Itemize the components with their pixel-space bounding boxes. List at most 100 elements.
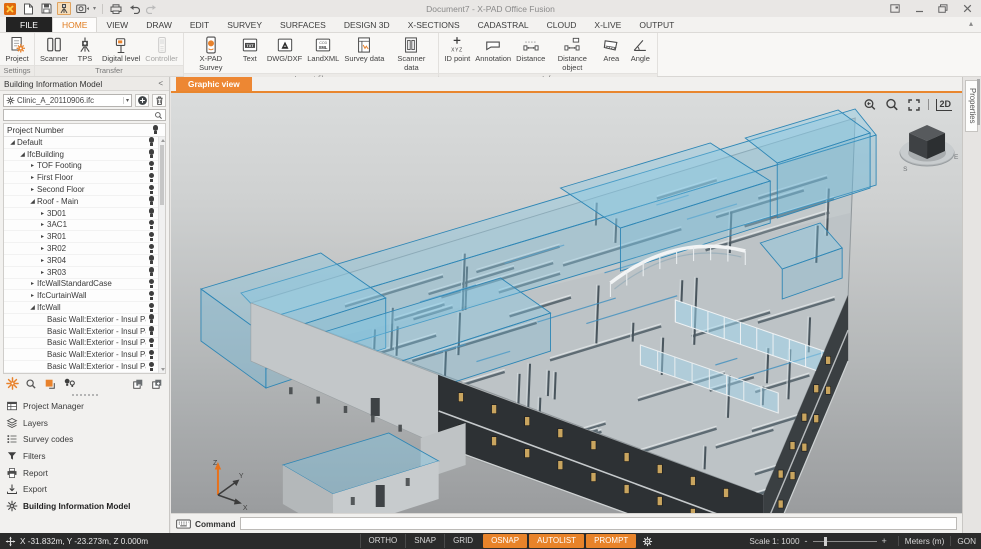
ribbon-button[interactable]: Distance (514, 34, 547, 65)
visibility-bulb-icon[interactable] (148, 303, 155, 313)
expander-icon[interactable]: ▸ (38, 233, 47, 240)
visibility-bulb-icon[interactable] (152, 125, 159, 135)
visibility-bulb-icon[interactable] (148, 137, 155, 147)
tree-item[interactable]: Basic Wall:Exterior - Insul Panel on... (4, 326, 158, 338)
expander-icon[interactable]: ◢ (8, 139, 17, 146)
scale-slider[interactable] (813, 537, 877, 546)
status-toggle[interactable]: PROMPT (586, 534, 636, 548)
ribbon-button[interactable]: DWG/DXF (265, 34, 304, 65)
expander-icon[interactable]: ◢ (28, 198, 37, 205)
tree-item[interactable]: ◢ IfcWall (4, 302, 158, 314)
ribbon-button[interactable]: Distance object (548, 34, 596, 73)
menu-tab[interactable]: OUTPUT (630, 17, 683, 32)
menu-tab[interactable]: DESIGN 3D (335, 17, 399, 32)
menu-tab[interactable]: X-LIVE (585, 17, 630, 32)
view-cube[interactable]: S E (900, 125, 959, 173)
dropdown-caret-icon[interactable]: ▾ (123, 97, 129, 104)
tree-item[interactable]: Basic Wall:Exterior - Insul Panel on... (4, 349, 158, 361)
visibility-bulb-icon[interactable] (148, 255, 155, 265)
tree-item[interactable]: ▸ 3D01 (4, 208, 158, 220)
sidebar-panel-item[interactable]: Filters (0, 448, 169, 465)
settings-gear-icon[interactable] (642, 536, 653, 547)
ribbon-button[interactable]: Scanner data (387, 34, 435, 73)
ribbon-collapse-button[interactable]: ▴ (969, 19, 973, 28)
visibility-bulb-icon[interactable] (148, 220, 155, 230)
ribbon-button[interactable]: Annotation (473, 34, 513, 65)
visibility-bulb-icon[interactable] (148, 338, 155, 348)
expander-icon[interactable]: ▸ (28, 162, 37, 169)
tree-item[interactable]: ▸ Second Floor (4, 184, 158, 196)
restore-icon[interactable] (937, 3, 949, 14)
visibility-bulb-icon[interactable] (148, 185, 155, 195)
collapse-all-icon[interactable] (131, 377, 145, 391)
expander-icon[interactable]: ▸ (28, 174, 37, 181)
menu-tab[interactable]: DRAW (137, 17, 181, 32)
expander-icon[interactable]: ▸ (28, 186, 37, 193)
visibility-bulb-icon[interactable] (148, 350, 155, 360)
expander-icon[interactable]: ▸ (38, 269, 47, 276)
menu-tab[interactable]: VIEW (97, 17, 137, 32)
visibility-bulb-icon[interactable] (148, 196, 155, 206)
sidebar-panel-item[interactable]: Export (0, 481, 169, 498)
expand-all-icon[interactable] (150, 377, 164, 391)
sidebar-panel-item[interactable]: Project Manager (0, 398, 169, 415)
menu-tab[interactable]: CLOUD (538, 17, 586, 32)
zoom-window-icon[interactable] (884, 97, 899, 112)
status-toggle[interactable]: SNAP (405, 534, 444, 548)
visibility-bulb-icon[interactable] (148, 161, 155, 171)
graphic-view-tab[interactable]: Graphic view (176, 77, 252, 91)
add-ifc-button[interactable] (135, 94, 149, 107)
new-document-icon[interactable] (21, 2, 35, 15)
ribbon-button[interactable]: Scanner (38, 34, 70, 65)
tree-item[interactable]: ▸ First Floor (4, 172, 158, 184)
tree-item[interactable]: ▸ 3AC1 (4, 220, 158, 232)
visibility-bulb-icon[interactable] (148, 326, 155, 336)
expander-icon[interactable]: ◢ (18, 151, 27, 158)
ribbon-button[interactable]: Survey data (342, 34, 386, 65)
zoom-previous-icon[interactable] (862, 97, 877, 112)
expander-icon[interactable]: ▸ (38, 245, 47, 252)
units-selector[interactable]: Meters (m) (905, 537, 945, 546)
redo-icon[interactable] (145, 2, 159, 15)
ribbon-button[interactable]: LandXML (305, 34, 341, 65)
copy-selection-icon[interactable] (43, 377, 57, 391)
sidebar-panel-item[interactable]: Report (0, 464, 169, 481)
visibility-toggle-icon[interactable] (62, 377, 76, 391)
ribbon-button[interactable]: TPS (71, 34, 99, 65)
expander-icon[interactable]: ◢ (28, 304, 37, 311)
menu-tab[interactable]: SURFACES (271, 17, 335, 32)
tree-search-input[interactable] (4, 110, 154, 120)
menu-tab[interactable]: SURVEY (218, 17, 271, 32)
tree-scrollbar[interactable] (158, 137, 165, 373)
tree-item[interactable]: ▸ 3R01 (4, 231, 158, 243)
visibility-bulb-icon[interactable] (148, 362, 155, 372)
visibility-bulb-icon[interactable] (148, 173, 155, 183)
highlight-selection-icon[interactable] (5, 377, 19, 391)
graphic-viewport[interactable]: S E Z Y X (171, 93, 962, 513)
field-recorder-icon[interactable] (75, 2, 89, 15)
expander-icon[interactable]: ▸ (38, 257, 47, 264)
2d-view-button[interactable]: 2D (936, 99, 952, 111)
sidebar-panel-item[interactable]: Building Information Model (0, 498, 169, 515)
recorder-dropdown-caret-icon[interactable]: ▾ (93, 5, 96, 12)
scale-zoom-in[interactable]: + (877, 536, 892, 546)
tree-item[interactable]: ▸ 3R02 (4, 243, 158, 255)
menu-tab[interactable]: X-SECTIONS (399, 17, 469, 32)
menu-tab[interactable]: FILE (6, 17, 52, 32)
visibility-bulb-icon[interactable] (148, 279, 155, 289)
ribbon-button[interactable]: ID point (442, 34, 472, 65)
menu-tab[interactable]: CADASTRAL (469, 17, 538, 32)
visibility-bulb-icon[interactable] (148, 208, 155, 218)
window-options-icon[interactable] (889, 3, 901, 14)
expander-icon[interactable]: ▸ (28, 292, 37, 299)
tree-item[interactable]: ◢ IfcBuilding (4, 149, 158, 161)
scale-slider-thumb[interactable] (824, 537, 827, 546)
zoom-selection-icon[interactable] (24, 377, 38, 391)
app-logo-icon[interactable] (3, 2, 17, 15)
visibility-bulb-icon[interactable] (148, 149, 155, 159)
tree-item[interactable]: ▸ IfcCurtainWall (4, 290, 158, 302)
ribbon-button[interactable]: Digital level (100, 34, 142, 65)
plotter-icon[interactable] (109, 2, 123, 15)
tree-header-row[interactable]: Project Number (4, 124, 165, 137)
sidebar-panel-item[interactable]: Survey codes (0, 431, 169, 448)
